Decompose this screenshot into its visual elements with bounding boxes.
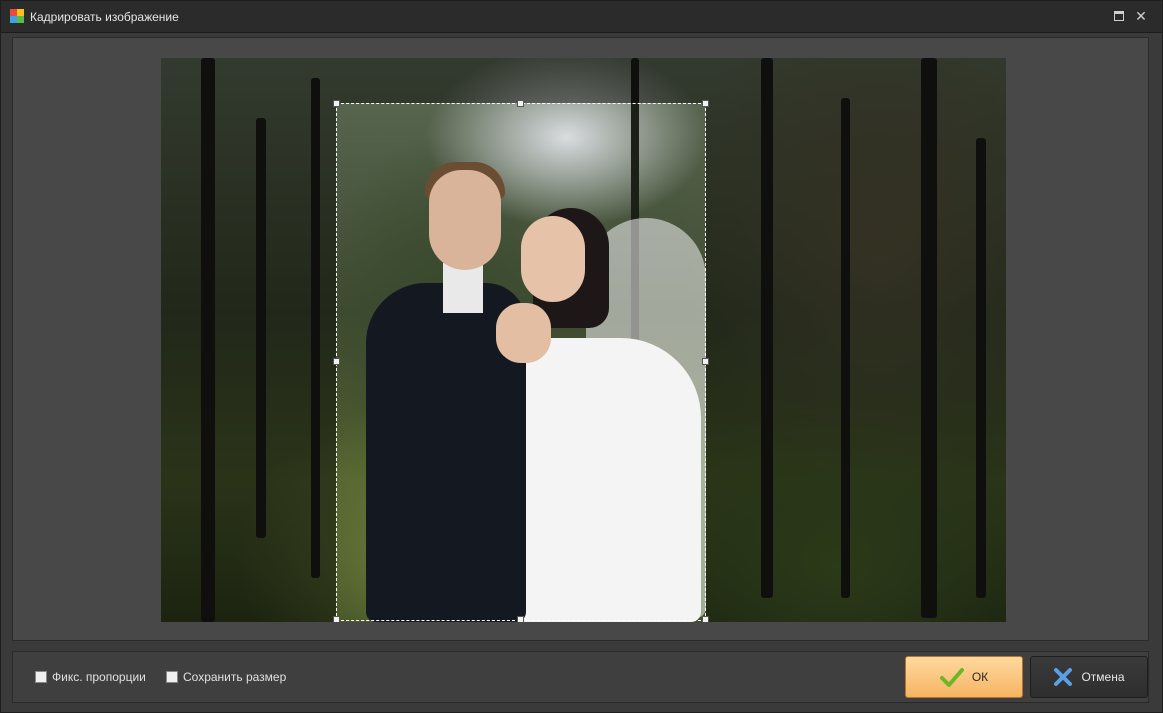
cancel-label: Отмена (1081, 670, 1125, 684)
maximize-icon (1114, 11, 1124, 21)
keep-size-option[interactable]: Сохранить размер (166, 670, 286, 684)
cross-icon (1054, 668, 1073, 686)
crop-dim-left (161, 58, 336, 622)
crop-handle-bottom[interactable] (517, 616, 524, 622)
dialog-footer: Фикс. пропорции Сохранить размер ОК Отме… (12, 651, 1149, 703)
fix-proportions-label: Фикс. пропорции (52, 670, 146, 684)
close-button[interactable]: ✕ (1132, 7, 1150, 25)
crop-dim-right (706, 58, 1006, 622)
cancel-button[interactable]: Отмена (1030, 656, 1148, 698)
crop-handle-top[interactable] (517, 100, 524, 107)
fix-proportions-checkbox[interactable] (35, 671, 47, 683)
crop-selection[interactable] (336, 103, 706, 621)
app-icon (10, 9, 24, 23)
crop-dialog: Кадрировать изображение ✕ Фикс. пропорци… (0, 0, 1163, 713)
crop-dim-top (336, 58, 706, 103)
crop-handle-top-right[interactable] (702, 100, 709, 107)
close-icon: ✕ (1135, 8, 1147, 24)
window-title: Кадрировать изображение (30, 10, 179, 24)
image-panel (12, 37, 1149, 641)
checkmark-icon (939, 668, 964, 687)
ok-label: ОК (971, 670, 989, 684)
crop-handle-bottom-left[interactable] (333, 616, 340, 622)
crop-handle-bottom-right[interactable] (702, 616, 709, 622)
photo-canvas[interactable] (161, 58, 1006, 622)
maximize-button[interactable] (1110, 7, 1128, 25)
fix-proportions-option[interactable]: Фикс. пропорции (35, 670, 146, 684)
keep-size-checkbox[interactable] (166, 671, 178, 683)
crop-handle-left[interactable] (333, 358, 340, 365)
title-bar: Кадрировать изображение ✕ (1, 1, 1162, 33)
keep-size-label: Сохранить размер (183, 670, 287, 684)
crop-handle-right[interactable] (702, 358, 709, 365)
ok-button[interactable]: ОК (905, 656, 1023, 698)
crop-handle-top-left[interactable] (333, 100, 340, 107)
